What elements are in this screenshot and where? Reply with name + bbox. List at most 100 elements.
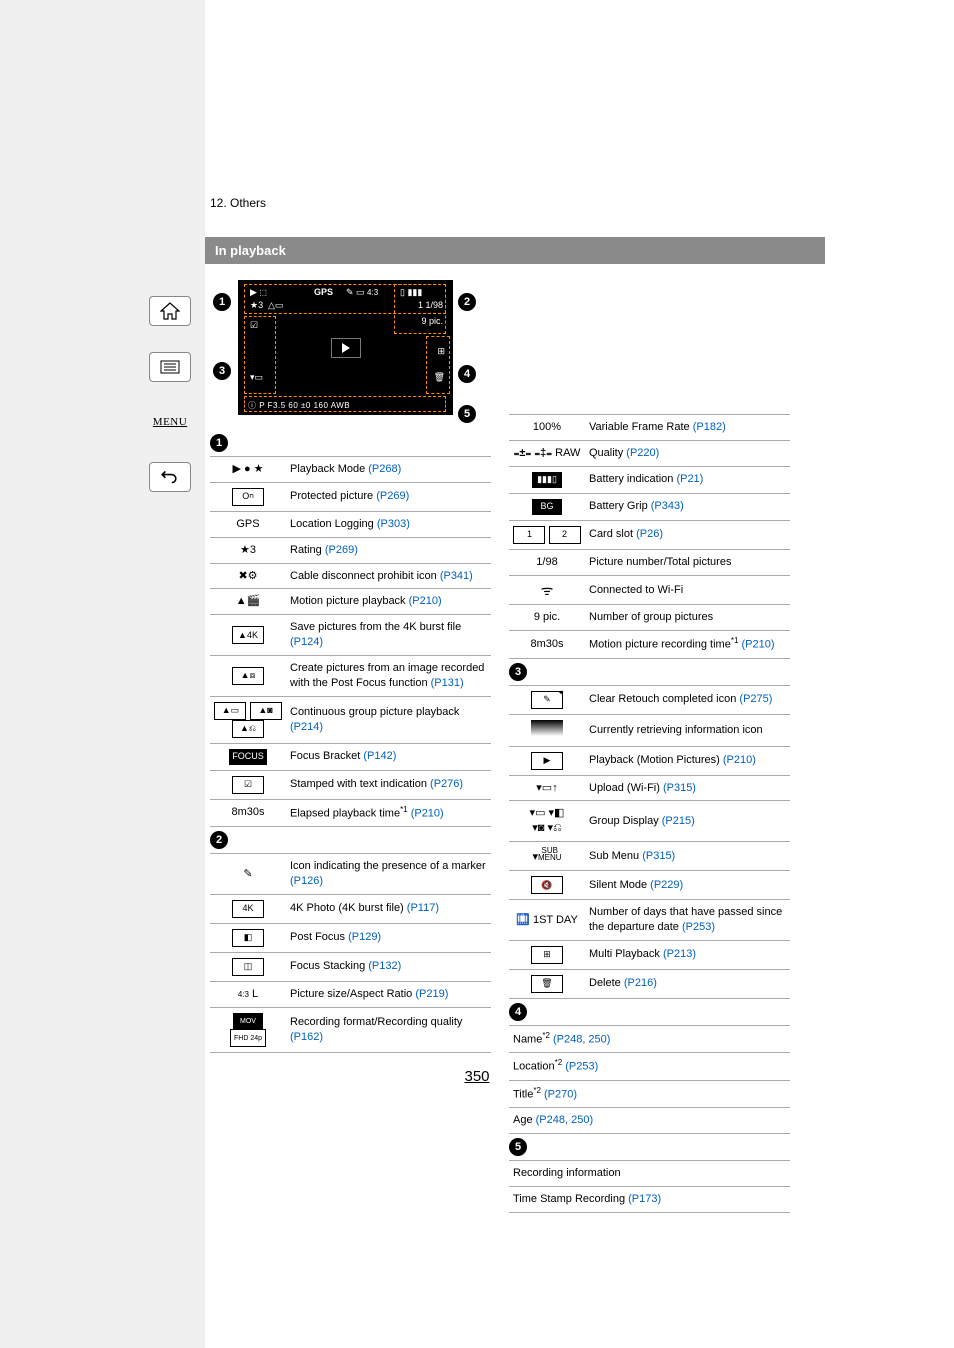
row-icon: ₌±₌ ₌‡₌ RAW xyxy=(509,440,585,466)
page-link[interactable]: (P182) xyxy=(693,421,726,433)
page-link[interactable]: (P315) xyxy=(663,782,696,794)
row-description: Number of days that have passed since th… xyxy=(585,900,790,941)
page-link[interactable]: (P219) xyxy=(415,988,448,1000)
page-link[interactable]: (P215) xyxy=(662,815,695,827)
row-icon: 8m30s xyxy=(509,631,585,659)
row-icon: ▶ ● ★ xyxy=(210,457,286,483)
page-link[interactable]: (P129) xyxy=(348,931,381,943)
row-icon: 100% xyxy=(509,415,585,441)
row-icon: 4K xyxy=(210,894,286,923)
page-link[interactable]: (P343) xyxy=(651,500,684,512)
row-icon: ▮▮▮▯ xyxy=(509,466,585,493)
row-icon: ▲🎬 xyxy=(210,589,286,615)
row-description: Playback Mode (P268) xyxy=(286,457,491,483)
page-link[interactable]: (P126) xyxy=(290,875,323,887)
left-column: 1 ▶ ● ★Playback Mode (P268)OחProtected p… xyxy=(210,430,491,1213)
row-description: Time Stamp Recording (P173) xyxy=(509,1187,790,1213)
page-link[interactable]: (P173) xyxy=(628,1193,661,1205)
page-link[interactable]: (P229) xyxy=(650,879,683,891)
page-link[interactable]: (P26) xyxy=(636,528,663,540)
row-description: Location Logging (P303) xyxy=(286,511,491,537)
page-link[interactable]: (P248, 250) xyxy=(553,1034,610,1046)
row-icon: ☑ xyxy=(210,770,286,799)
page-link[interactable]: (P21) xyxy=(676,473,703,485)
row-icon: ▾SUBMENU xyxy=(509,842,585,871)
page-link[interactable]: (P214) xyxy=(290,721,323,733)
table-row: ✎✦Clear Retouch completed icon (P275) xyxy=(509,685,790,714)
page-link[interactable]: (P162) xyxy=(290,1031,323,1043)
page-link[interactable]: (P210) xyxy=(741,639,774,651)
callout-5: 5 xyxy=(458,405,476,423)
table-row: ▮▮▮▯Battery indication (P21) xyxy=(509,466,790,493)
row-icon: 4:3 L xyxy=(210,981,286,1007)
menu-button[interactable]: MENU xyxy=(150,408,190,436)
callout-4: 4 xyxy=(458,365,476,383)
page-link[interactable]: (P253) xyxy=(682,921,715,933)
group-2b-table: 100%Variable Frame Rate (P182)₌±₌ ₌‡₌ RA… xyxy=(509,414,790,659)
page-link[interactable]: (P270) xyxy=(544,1089,577,1101)
table-row: ▶Playback (Motion Pictures) (P210) xyxy=(509,746,790,775)
row-description: Post Focus (P129) xyxy=(286,923,491,952)
table-row: ▾SUBMENUSub Menu (P315) xyxy=(509,842,790,871)
page-link[interactable]: (P220) xyxy=(626,447,659,459)
back-icon[interactable] xyxy=(149,462,191,492)
row-description: Age (P248, 250) xyxy=(509,1108,790,1134)
row-description: Continuous group picture playback (P214) xyxy=(286,696,491,743)
table-row: ⊞Multi Playback (P213) xyxy=(509,940,790,969)
row-icon: ⊞ xyxy=(509,940,585,969)
page-link[interactable]: (P117) xyxy=(407,902,439,914)
page-link[interactable]: (P315) xyxy=(642,850,675,862)
page-link[interactable]: (P142) xyxy=(363,750,396,762)
row-icon: ▾▭ ▾◧▾◙ ▾⎌ xyxy=(509,801,585,842)
page-link[interactable]: (P131) xyxy=(431,677,464,689)
row-icon: ★3 xyxy=(210,537,286,563)
page-link[interactable]: (P216) xyxy=(624,977,657,989)
table-row: ▶ ● ★Playback Mode (P268) xyxy=(210,457,491,483)
page-link[interactable]: (P248, 250) xyxy=(536,1114,593,1126)
row-description: Cable disconnect prohibit icon (P341) xyxy=(286,563,491,589)
page-link[interactable]: (P210) xyxy=(723,754,756,766)
table-row: ▲▭ ▲◙▲⎌Continuous group picture playback… xyxy=(210,696,491,743)
table-row: ▾▭ ▾◧▾◙ ▾⎌Group Display (P215) xyxy=(509,801,790,842)
playback-diagram: ▶ ⬚ GPS ✎ ▭ 4:3 ▯ ▮▮▮ ★3 △▭ 1 1/98 9 pic… xyxy=(238,280,453,415)
row-icon: ᯤ xyxy=(509,575,585,605)
page-link[interactable]: (P276) xyxy=(430,778,463,790)
row-icon: ▲▭ ▲◙▲⎌ xyxy=(210,696,286,743)
table-row: FOCUSFocus Bracket (P142) xyxy=(210,743,491,770)
page-link[interactable]: (P303) xyxy=(377,518,410,530)
page-link[interactable]: (P268) xyxy=(368,463,401,475)
page-number[interactable]: 350 xyxy=(0,1068,954,1085)
page-link[interactable]: (P210) xyxy=(411,807,444,819)
row-description: Number of group pictures xyxy=(585,605,790,631)
home-icon[interactable] xyxy=(149,296,191,326)
table-row: ✎Icon indicating the presence of a marke… xyxy=(210,854,491,895)
row-description: Group Display (P215) xyxy=(585,801,790,842)
row-description: Silent Mode (P229) xyxy=(585,871,790,900)
page-link[interactable]: (P210) xyxy=(409,595,442,607)
row-description: Protected picture (P269) xyxy=(286,482,491,511)
right-column: 100%Variable Frame Rate (P182)₌±₌ ₌‡₌ RA… xyxy=(509,430,790,1213)
row-description: Clear Retouch completed icon (P275) xyxy=(585,685,790,714)
row-icon: MOV FHD 24p xyxy=(210,1007,286,1053)
page-link[interactable]: (P213) xyxy=(663,948,696,960)
table-row: 100%Variable Frame Rate (P182) xyxy=(509,415,790,441)
page-link[interactable]: (P269) xyxy=(325,544,358,556)
table-row: 🔇Silent Mode (P229) xyxy=(509,871,790,900)
content-columns: 1 ▶ ● ★Playback Mode (P268)OחProtected p… xyxy=(210,430,790,1213)
page-link[interactable]: (P269) xyxy=(376,490,409,502)
row-description: Delete (P216) xyxy=(585,969,790,998)
row-icon: ▲⧈ xyxy=(210,655,286,696)
page-link[interactable]: (P275) xyxy=(739,693,772,705)
page-link[interactable]: (P132) xyxy=(368,960,401,972)
row-icon: BG xyxy=(509,493,585,520)
table-row: 9 pic.Number of group pictures xyxy=(509,605,790,631)
row-icon: ▶ xyxy=(509,746,585,775)
toc-icon[interactable] xyxy=(149,352,191,382)
page-link[interactable]: (P341) xyxy=(440,570,473,582)
table-row: ▲🎬Motion picture playback (P210) xyxy=(210,589,491,615)
row-description: Name*2 (P248, 250) xyxy=(509,1025,790,1053)
page-link[interactable]: (P124) xyxy=(290,636,323,648)
row-description: Currently retrieving information icon xyxy=(585,714,790,746)
group-4-header: 4 xyxy=(509,1003,527,1021)
row-icon: Oח xyxy=(210,482,286,511)
